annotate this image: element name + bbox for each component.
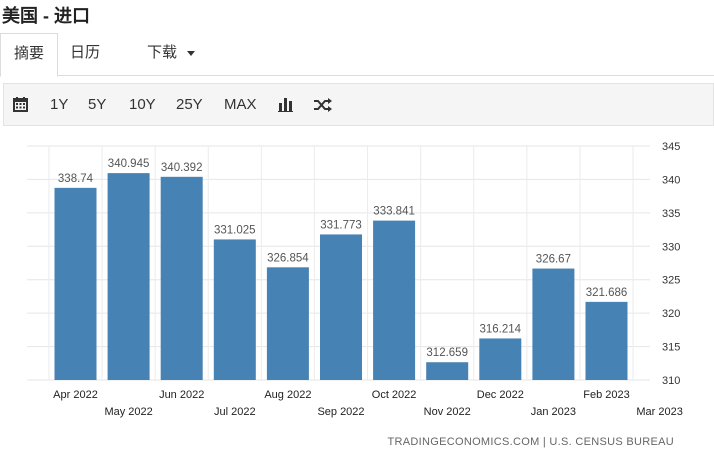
tab-summary-label: 摘要	[13, 45, 44, 62]
data-label: 340.945	[108, 158, 150, 170]
tab-download-label: 下载	[147, 44, 178, 61]
x-tick-label: Oct 2022	[372, 389, 417, 401]
x-tick-label: Aug 2022	[264, 389, 311, 401]
bar-jun-2022[interactable]	[160, 176, 203, 380]
range-max-button[interactable]: MAX	[224, 84, 257, 125]
x-tick-label: Apr 2022	[53, 389, 98, 401]
bar-chart-icon[interactable]	[278, 84, 293, 125]
bar-apr-2022[interactable]	[54, 187, 97, 380]
data-label: 312.659	[426, 347, 468, 359]
data-label: 331.025	[214, 224, 256, 236]
data-label: 340.392	[161, 162, 203, 174]
bar-dec-2022[interactable]	[479, 338, 522, 380]
x-tick-label: Jul 2022	[214, 406, 256, 418]
chart-toolbar: 1Y 5Y 10Y 25Y MAX	[3, 83, 714, 126]
shuffle-icon[interactable]	[314, 84, 332, 125]
x-tick-label: Dec 2022	[477, 389, 524, 401]
bar-oct-2022[interactable]	[373, 220, 416, 380]
tab-download[interactable]: 下载	[147, 33, 196, 75]
x-tick-label: Nov 2022	[424, 406, 471, 418]
data-label: 331.773	[320, 219, 362, 231]
bar-aug-2022[interactable]	[266, 267, 309, 380]
y-tick-label: 310	[662, 375, 680, 387]
bar-feb-2023[interactable]	[585, 301, 628, 380]
y-tick-label: 320	[662, 308, 680, 320]
data-label: 326.854	[267, 252, 309, 264]
bar-chart: 338.74 340.945 340.392 331.025 326.854 331.77…	[27, 141, 683, 418]
x-tick-label: May 2022	[104, 406, 152, 418]
y-tick-label: 330	[662, 241, 680, 253]
page-title: 美国 - 进口	[2, 6, 90, 26]
data-label: 321.686	[586, 287, 628, 299]
data-label: 338.74	[58, 173, 94, 185]
x-tick-label: Jan 2023	[531, 406, 576, 418]
tab-summary[interactable]: 摘要	[0, 33, 58, 77]
y-tick-label: 325	[662, 275, 680, 287]
chart-area: 338.74 340.945 340.392 331.025 326.854 331.77…	[0, 130, 714, 463]
y-tick-label: 340	[662, 174, 680, 186]
x-tick-label: Feb 2023	[583, 389, 629, 401]
bar-jul-2022[interactable]	[213, 239, 256, 380]
range-25y-button[interactable]: 25Y	[176, 84, 203, 125]
bar-nov-2022[interactable]	[426, 362, 469, 380]
x-tick-label: Sep 2022	[317, 406, 364, 418]
y-tick-label: 335	[662, 208, 680, 220]
tab-bar: 摘要 日历 下载	[0, 33, 714, 77]
bar-may-2022[interactable]	[107, 173, 150, 380]
calendar-icon[interactable]	[13, 84, 28, 125]
data-label: 326.67	[536, 254, 571, 266]
caret-down-icon	[187, 50, 196, 56]
range-5y-button[interactable]: 5Y	[88, 84, 106, 125]
bar-jan-2023[interactable]	[532, 268, 575, 380]
y-tick-label: 345	[662, 141, 680, 153]
y-tick-label: 315	[662, 342, 680, 354]
range-1y-button[interactable]: 1Y	[50, 84, 68, 125]
tab-calendar-label: 日历	[70, 44, 101, 61]
range-10y-button[interactable]: 10Y	[129, 84, 156, 125]
data-label: 316.214	[480, 323, 522, 335]
bar-sep-2022[interactable]	[320, 234, 362, 380]
source-credit: TRADINGECONOMICS.COM | U.S. CENSUS BUREA…	[387, 436, 674, 448]
data-label: 333.841	[373, 206, 415, 218]
tab-calendar[interactable]: 日历	[70, 33, 100, 75]
x-tick-label: Jun 2022	[159, 389, 204, 401]
x-tick-label: Mar 2023	[636, 406, 682, 418]
